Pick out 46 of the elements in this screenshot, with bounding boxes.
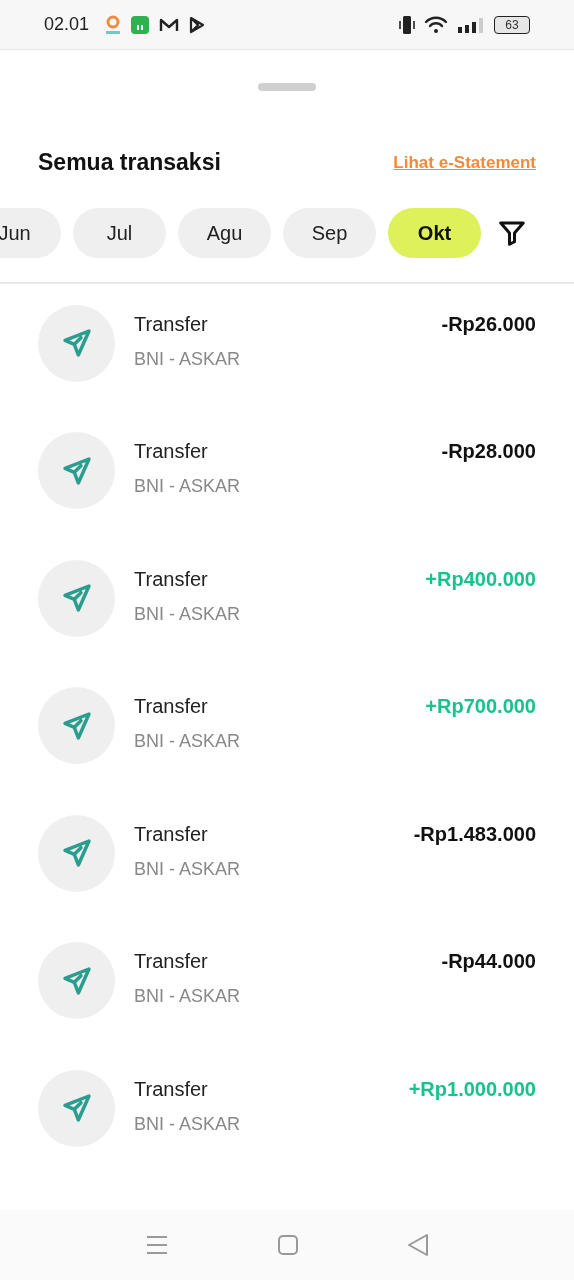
month-chip[interactable]: Agu: [178, 207, 271, 258]
transaction-title: Transfer: [134, 311, 209, 337]
transaction-amount: +Rp700.000: [425, 694, 536, 719]
month-chip[interactable]: Sep: [283, 207, 376, 258]
home-icon[interactable]: [278, 1235, 298, 1255]
signal-icon: [456, 15, 486, 34]
transaction-subtitle: BNI - ASKAR: [134, 602, 242, 626]
ring-app-icon: [105, 14, 122, 35]
battery-icon: 63: [494, 15, 530, 34]
mail-icon: [159, 16, 180, 33]
transaction-title: Transfer: [134, 439, 209, 464]
transaction-subtitle: BNI - ASKAR: [134, 347, 242, 371]
paper-plane-icon: [60, 964, 93, 997]
transaction-subtitle: BNI - ASKAR: [134, 857, 242, 881]
transaction-amount: -Rp28.000: [441, 439, 536, 464]
back-icon[interactable]: [408, 1234, 428, 1256]
month-chip[interactable]: Okt: [388, 207, 481, 258]
transaction-title: Transfer: [134, 949, 209, 974]
paper-plane-icon: [60, 1092, 93, 1124]
wifi-icon: [424, 15, 448, 34]
paper-plane-icon: [60, 709, 93, 742]
drag-handle[interactable]: [258, 83, 316, 91]
paper-plane-icon: [60, 327, 93, 359]
transaction-title: Transfer: [134, 694, 209, 719]
transaction-title: Transfer: [134, 566, 209, 592]
transaction-amount: -Rp44.000: [441, 949, 536, 974]
transaction-amount: +Rp400.000: [425, 566, 536, 592]
play-icon: [189, 15, 206, 34]
transaction-subtitle: BNI - ASKAR: [134, 1112, 242, 1136]
transaction-subtitle: BNI - ASKAR: [134, 475, 242, 498]
menu-icon[interactable]: [146, 1235, 168, 1255]
transaction-amount: -Rp1.483.000: [413, 821, 536, 847]
transaction-subtitle: BNI - ASKAR: [134, 730, 242, 753]
paper-plane-icon: [60, 837, 93, 869]
page-title: Semua transaksi: [38, 148, 221, 177]
app-icon: [131, 15, 150, 34]
transaction-title: Transfer: [134, 1076, 209, 1102]
transaction-amount: +Rp1.000.000: [408, 1076, 536, 1102]
vibrate-icon: [398, 14, 416, 35]
paper-plane-icon: [60, 582, 93, 614]
month-chip[interactable]: Jul: [73, 207, 166, 258]
transaction-title: Transfer: [134, 821, 209, 847]
transaction-amount: -Rp26.000: [441, 311, 536, 337]
transaction-subtitle: BNI - ASKAR: [134, 985, 242, 1008]
status-time: 02.01: [44, 13, 90, 36]
paper-plane-icon: [60, 454, 93, 487]
